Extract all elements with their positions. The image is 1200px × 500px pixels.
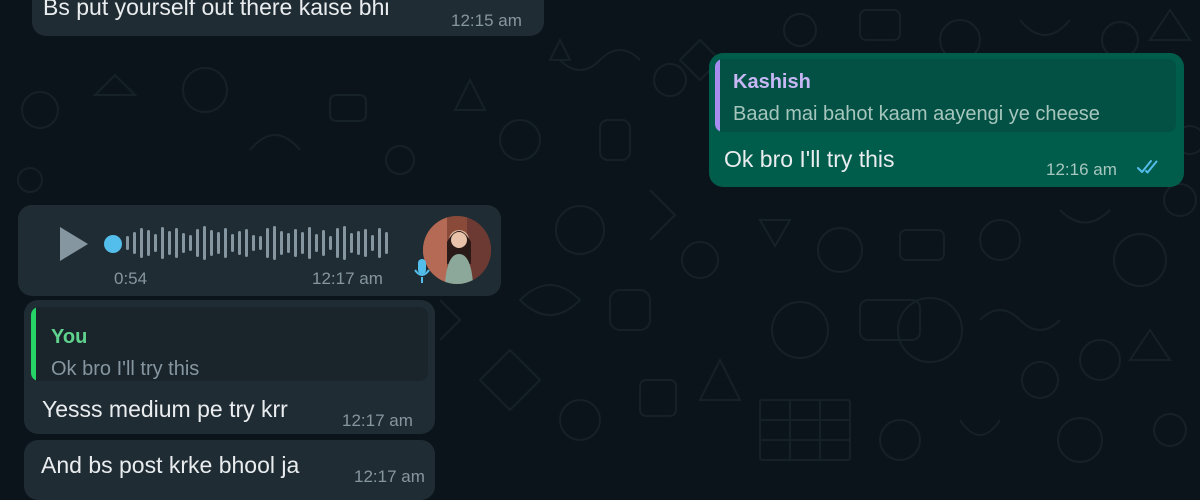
audio-waveform[interactable] xyxy=(126,223,388,263)
quote-text: Baad mai bahot kaam aayengi ye cheese xyxy=(733,103,1100,125)
quote-author: Kashish xyxy=(733,71,811,93)
play-icon[interactable] xyxy=(60,227,88,261)
message-time: 12:16 am xyxy=(1046,160,1117,179)
quote-author: You xyxy=(51,326,88,348)
playback-scrubber[interactable] xyxy=(104,235,122,253)
message-time: 12:17 am xyxy=(342,411,413,430)
voice-message-bubble[interactable]: 0:54 12:17 am xyxy=(18,205,501,296)
message-bubble-incoming-1[interactable]: Bs put yourself out there kaise bhi 12:1… xyxy=(32,0,544,36)
message-bubble-incoming-3[interactable]: And bs post krke bhool ja 12:17 am xyxy=(24,440,435,500)
message-bubble-incoming-2[interactable]: You Ok bro I'll try this Yesss medium pe… xyxy=(24,300,435,434)
quote-text: Ok bro I'll try this xyxy=(51,358,200,380)
microphone-icon xyxy=(413,257,431,290)
quoted-reply[interactable]: You Ok bro I'll try this xyxy=(31,307,428,381)
sender-avatar[interactable] xyxy=(423,216,491,284)
quoted-reply[interactable]: Kashish Baad mai bahot kaam aayengi ye c… xyxy=(715,59,1176,132)
double-check-read-icon xyxy=(1137,159,1161,180)
message-bubble-outgoing-1[interactable]: Kashish Baad mai bahot kaam aayengi ye c… xyxy=(709,53,1184,187)
message-time: 12:17 am xyxy=(312,269,383,288)
message-text: Ok bro I'll try this xyxy=(724,146,895,172)
message-text: And bs post krke bhool ja xyxy=(41,452,300,478)
quote-accent-bar xyxy=(31,307,36,381)
voice-duration: 0:54 xyxy=(114,269,148,288)
message-time: 12:15 am xyxy=(451,11,522,30)
message-time: 12:17 am xyxy=(354,467,425,486)
message-text: Yesss medium pe try krr xyxy=(42,396,288,422)
quote-accent-bar xyxy=(715,59,720,132)
message-text: Bs put yourself out there kaise bhi xyxy=(43,0,390,20)
